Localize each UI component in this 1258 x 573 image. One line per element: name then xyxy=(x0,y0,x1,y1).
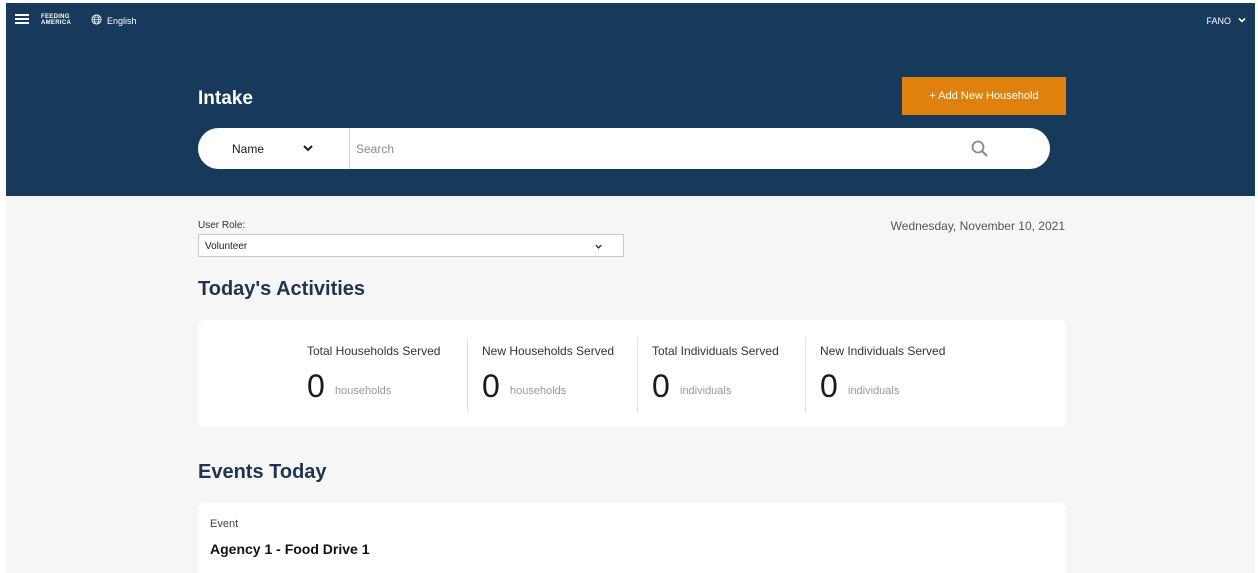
header: FEEDING AMERICA English FANO Intake + Ad… xyxy=(6,3,1255,196)
current-date: Wednesday, November 10, 2021 xyxy=(890,219,1065,233)
events-title: Events Today xyxy=(198,461,327,483)
activities-card: Total Households Served 0 households New… xyxy=(198,320,1066,427)
menu-line xyxy=(15,18,29,20)
language-selector[interactable]: English xyxy=(107,16,137,26)
user-menu[interactable]: FANO xyxy=(1206,16,1231,26)
event-name[interactable]: Agency 1 - Food Drive 1 xyxy=(210,541,369,557)
page-title: Intake xyxy=(198,88,253,109)
stat-unit: households xyxy=(510,385,567,397)
event-label: Event xyxy=(210,518,239,530)
stat-new-individuals: New Individuals Served 0 individuals xyxy=(805,338,995,412)
add-new-household-button[interactable]: + Add New Household xyxy=(902,77,1066,115)
menu-line xyxy=(15,14,29,16)
stat-unit: households xyxy=(335,385,392,397)
stat-value: 0 xyxy=(820,368,838,404)
search-icon[interactable] xyxy=(970,139,990,159)
stat-label: Total Individuals Served xyxy=(652,344,779,358)
stat-label: New Households Served xyxy=(482,344,615,358)
stat-new-households: New Households Served 0 households xyxy=(467,338,637,412)
chevron-down-icon xyxy=(595,244,602,249)
search-input[interactable] xyxy=(350,128,970,169)
stat-total-households: Total Households Served 0 households xyxy=(293,338,467,412)
stat-total-individuals: Total Individuals Served 0 individuals xyxy=(637,338,805,412)
search-type-dropdown[interactable]: Name xyxy=(198,128,350,169)
search-bar: Name xyxy=(198,128,1050,169)
top-bar: FEEDING AMERICA English FANO xyxy=(6,3,1255,39)
stat-unit: individuals xyxy=(848,385,900,397)
hamburger-menu-icon[interactable] xyxy=(15,14,29,24)
user-role-select[interactable]: Volunteer xyxy=(198,234,624,257)
search-type-label: Name xyxy=(232,142,265,156)
chevron-down-icon xyxy=(303,145,313,152)
globe-icon[interactable] xyxy=(91,14,102,25)
user-role-value: Volunteer xyxy=(205,241,248,252)
event-card[interactable]: Event Agency 1 - Food Drive 1 xyxy=(198,503,1066,573)
menu-line xyxy=(15,22,29,24)
stat-value: 0 xyxy=(307,368,325,404)
stat-value: 0 xyxy=(652,368,670,404)
app-frame: FEEDING AMERICA English FANO Intake + Ad… xyxy=(6,3,1255,573)
activities-title: Today's Activities xyxy=(198,278,366,300)
logo-line-2: AMERICA xyxy=(41,20,72,26)
stat-value: 0 xyxy=(482,368,500,404)
chevron-down-icon[interactable] xyxy=(1237,15,1247,25)
feeding-america-logo[interactable]: FEEDING AMERICA xyxy=(41,14,71,26)
stat-label: Total Households Served xyxy=(307,344,441,358)
stat-unit: individuals xyxy=(680,385,732,397)
user-role-label: User Role: xyxy=(198,220,246,231)
stat-label: New Individuals Served xyxy=(820,344,946,358)
